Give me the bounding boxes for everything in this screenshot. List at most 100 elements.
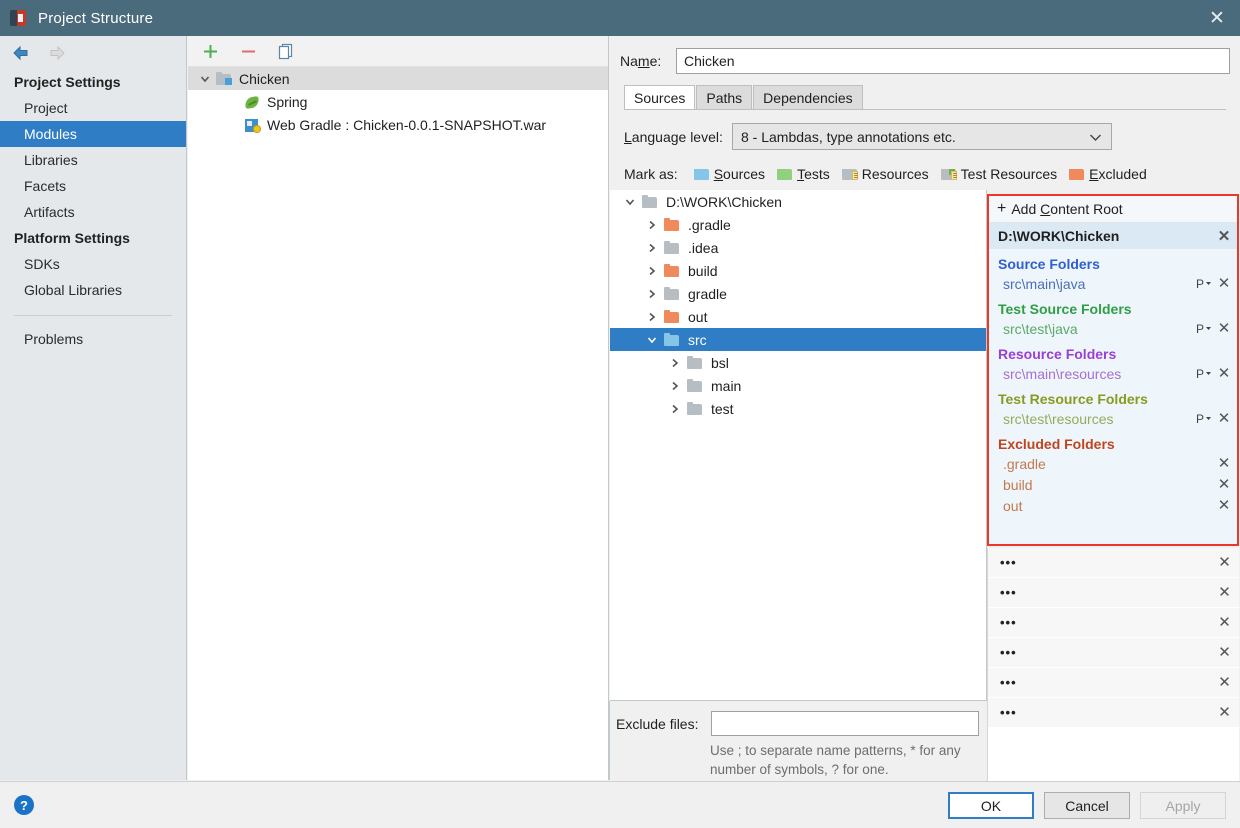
sidebar-item-problems[interactable]: Problems xyxy=(0,326,186,352)
mark-as-excluded-button[interactable]: Excluded xyxy=(1069,166,1147,182)
remove-module-button[interactable] xyxy=(236,40,260,62)
list-item[interactable]: ••• ✕ xyxy=(988,608,1239,638)
folder-icon xyxy=(664,332,681,347)
sidebar-item-modules[interactable]: Modules xyxy=(0,121,186,147)
mark-as-sources-button[interactable]: Sources xyxy=(693,166,765,182)
close-icon[interactable]: ✕ xyxy=(1194,0,1240,36)
add-module-button[interactable] xyxy=(198,40,222,62)
module-tree-row[interactable]: Web Gradle : Chicken-0.0.1-SNAPSHOT.war xyxy=(188,113,608,136)
chevron-down-icon xyxy=(1089,129,1102,145)
close-icon[interactable]: ✕ xyxy=(1217,276,1231,291)
cancel-button[interactable]: Cancel xyxy=(1044,792,1130,819)
tab-sources[interactable]: Sources xyxy=(624,85,696,109)
package-prefix-icon[interactable]: P xyxy=(1196,322,1212,336)
chevron-right-icon[interactable] xyxy=(640,219,664,231)
tests-folder-icon xyxy=(777,167,793,181)
chevron-down-icon[interactable] xyxy=(640,334,664,346)
folder-tree-row[interactable]: test xyxy=(610,397,986,420)
folder-tree-row[interactable]: bsl xyxy=(610,351,986,374)
close-icon[interactable]: ✕ xyxy=(1217,321,1231,336)
package-prefix-icon[interactable]: P xyxy=(1196,277,1212,291)
sidebar-divider xyxy=(14,315,172,316)
folder-tree-row[interactable]: src xyxy=(610,328,986,351)
sidebar-item-global-libraries[interactable]: Global Libraries xyxy=(0,277,186,303)
close-icon[interactable]: ✕ xyxy=(1218,645,1232,660)
module-tree-row[interactable]: Chicken xyxy=(188,67,608,90)
folder-tree-label: out xyxy=(688,308,708,325)
excluded-folder-item[interactable]: .gradle ✕ xyxy=(989,453,1237,474)
language-level-label: Language level: xyxy=(624,128,723,145)
sidebar-nav xyxy=(0,36,186,69)
add-content-root-button[interactable]: + Add Content Root xyxy=(989,196,1237,223)
module-name-input[interactable] xyxy=(676,48,1230,74)
chevron-down-icon[interactable] xyxy=(194,73,216,85)
help-icon[interactable]: ? xyxy=(14,795,34,815)
folder-icon xyxy=(687,355,704,370)
folder-tree-row[interactable]: main xyxy=(610,374,986,397)
folder-icon xyxy=(664,217,681,232)
sidebar-item-facets[interactable]: Facets xyxy=(0,173,186,199)
sidebar-item-sdks[interactable]: SDKs xyxy=(0,251,186,277)
list-item[interactable]: ••• ✕ xyxy=(988,548,1239,578)
resource-folder-item[interactable]: src\main\resources P ✕ xyxy=(989,363,1237,384)
title-bar: Project Structure ✕ xyxy=(0,0,1240,36)
list-item[interactable]: ••• ✕ xyxy=(988,698,1239,728)
folder-tree-row[interactable]: out xyxy=(610,305,986,328)
mark-as-resources-button[interactable]: Resources xyxy=(841,166,929,182)
tab-paths[interactable]: Paths xyxy=(696,85,753,109)
sidebar-item-libraries[interactable]: Libraries xyxy=(0,147,186,173)
chevron-right-icon[interactable] xyxy=(663,380,687,392)
ok-button[interactable]: OK xyxy=(948,792,1034,819)
list-item[interactable]: ••• ✕ xyxy=(988,668,1239,698)
chevron-right-icon[interactable] xyxy=(640,311,664,323)
content-root-path-row[interactable]: D:\WORK\Chicken ✕ xyxy=(989,223,1237,249)
package-prefix-icon[interactable]: P xyxy=(1196,367,1212,381)
exclude-files-section: Exclude files: Use ; to separate name pa… xyxy=(610,705,987,780)
close-icon[interactable]: ✕ xyxy=(1218,675,1232,690)
source-folder-item[interactable]: src\main\java P ✕ xyxy=(989,273,1237,294)
list-item[interactable]: ••• ✕ xyxy=(988,638,1239,668)
list-item[interactable]: ••• ✕ xyxy=(988,578,1239,608)
chevron-right-icon[interactable] xyxy=(663,357,687,369)
chevron-right-icon[interactable] xyxy=(640,288,664,300)
exclude-files-input[interactable] xyxy=(711,711,979,736)
source-folder-path: src\main\java xyxy=(1003,275,1086,292)
sidebar-item-project[interactable]: Project xyxy=(0,95,186,121)
close-icon[interactable]: ✕ xyxy=(1218,555,1232,570)
folder-tree-row[interactable]: build xyxy=(610,259,986,282)
close-icon[interactable]: ✕ xyxy=(1218,585,1232,600)
chevron-right-icon[interactable] xyxy=(640,242,664,254)
chevron-right-icon[interactable] xyxy=(663,403,687,415)
chevron-right-icon[interactable] xyxy=(640,265,664,277)
folder-tree-row[interactable]: gradle xyxy=(610,282,986,305)
copy-module-button[interactable] xyxy=(274,40,298,62)
excluded-folder-item[interactable]: build ✕ xyxy=(989,474,1237,495)
back-arrow-icon[interactable] xyxy=(9,43,33,63)
close-icon[interactable]: ✕ xyxy=(1217,229,1231,244)
close-icon[interactable]: ✕ xyxy=(1217,366,1231,381)
close-icon[interactable]: ✕ xyxy=(1218,705,1232,720)
sidebar-item-artifacts[interactable]: Artifacts xyxy=(0,199,186,225)
close-icon[interactable]: ✕ xyxy=(1218,615,1232,630)
mark-as-test-resources-button[interactable]: Test Resources xyxy=(940,166,1057,182)
module-tree-row[interactable]: Spring xyxy=(188,90,608,113)
excluded-folder-item[interactable]: out ✕ xyxy=(989,495,1237,516)
chevron-down-icon[interactable] xyxy=(618,196,642,208)
folder-tree-row[interactable]: D:\WORK\Chicken xyxy=(610,190,986,213)
spring-leaf-icon xyxy=(244,94,261,110)
close-icon[interactable]: ✕ xyxy=(1217,411,1231,426)
close-icon[interactable]: ✕ xyxy=(1217,477,1231,492)
test-source-folder-item[interactable]: src\test\java P ✕ xyxy=(989,318,1237,339)
mark-as-tests-button[interactable]: Tests xyxy=(777,166,830,182)
package-prefix-icon[interactable]: P xyxy=(1196,412,1212,426)
language-level-select[interactable]: 8 - Lambdas, type annotations etc. xyxy=(732,123,1112,150)
test-resource-folder-item[interactable]: src\test\resources P ✕ xyxy=(989,408,1237,429)
folder-tree-label: .gradle xyxy=(688,216,731,233)
folder-icon xyxy=(664,309,681,324)
close-icon[interactable]: ✕ xyxy=(1217,498,1231,513)
folder-tree-row[interactable]: .gradle xyxy=(610,213,986,236)
folder-tree-row[interactable]: .idea xyxy=(610,236,986,259)
close-icon[interactable]: ✕ xyxy=(1217,456,1231,471)
mark-as-resources-label: Resources xyxy=(861,166,929,182)
tab-dependencies[interactable]: Dependencies xyxy=(753,85,863,109)
